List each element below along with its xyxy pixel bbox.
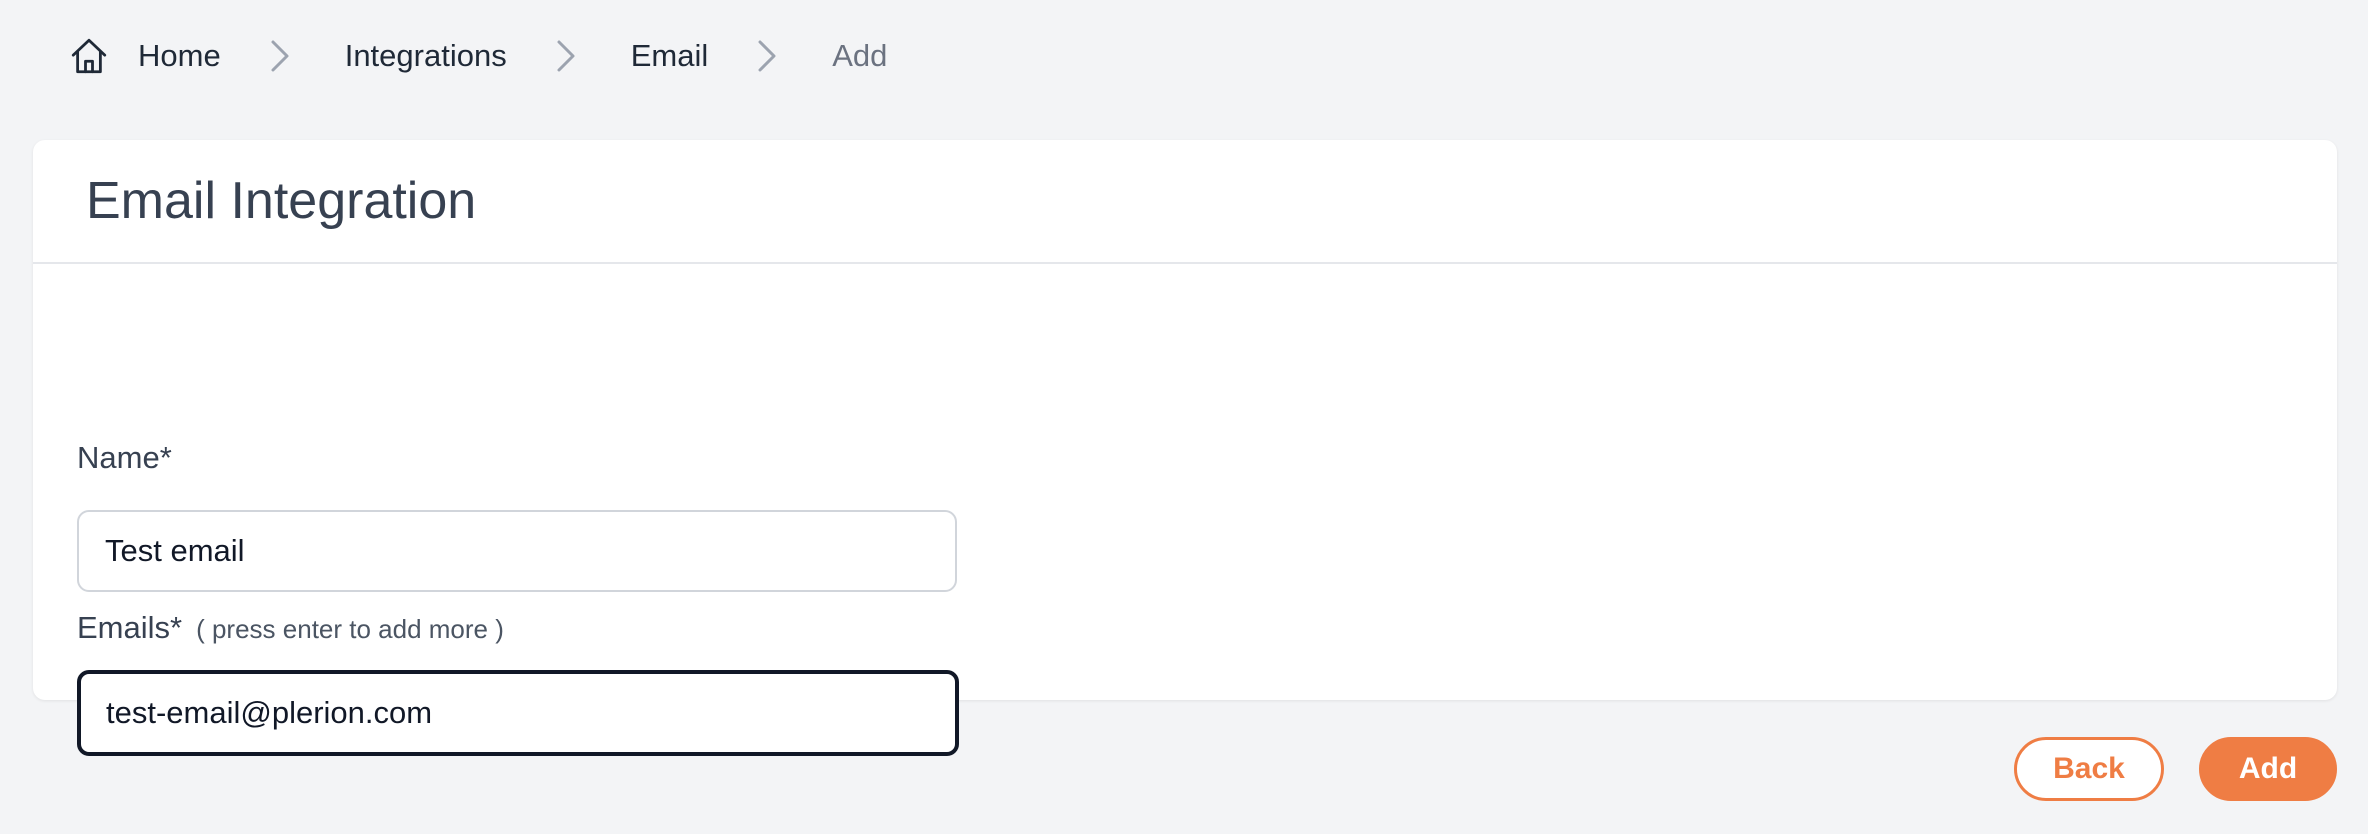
emails-label-row: Emails* ( press enter to add more ) — [77, 610, 504, 646]
emails-input[interactable] — [77, 670, 959, 756]
emails-hint: ( press enter to add more ) — [196, 614, 504, 644]
breadcrumb-home-label[interactable]: Home — [138, 38, 221, 74]
breadcrumb-integrations[interactable]: Integrations — [345, 38, 507, 74]
breadcrumb: Home Integrations Email Add — [68, 30, 887, 82]
name-input[interactable] — [77, 510, 957, 592]
chevron-right-icon — [752, 36, 782, 76]
page-title: Email Integration — [86, 172, 477, 230]
breadcrumb-home[interactable]: Home — [68, 35, 221, 77]
chevron-right-icon — [265, 36, 295, 76]
breadcrumb-current-add: Add — [832, 38, 888, 73]
emails-label: Emails* — [77, 610, 183, 645]
name-label: Name* — [77, 440, 172, 475]
email-integration-card: Email Integration Name* Emails* ( press … — [33, 140, 2337, 756]
breadcrumb-email[interactable]: Email — [631, 38, 709, 74]
back-button[interactable]: Back — [2014, 737, 2164, 801]
add-button[interactable]: Add — [2199, 737, 2337, 801]
card-header: Email Integration — [33, 140, 2337, 264]
home-icon[interactable] — [68, 35, 110, 77]
chevron-right-icon — [551, 36, 581, 76]
